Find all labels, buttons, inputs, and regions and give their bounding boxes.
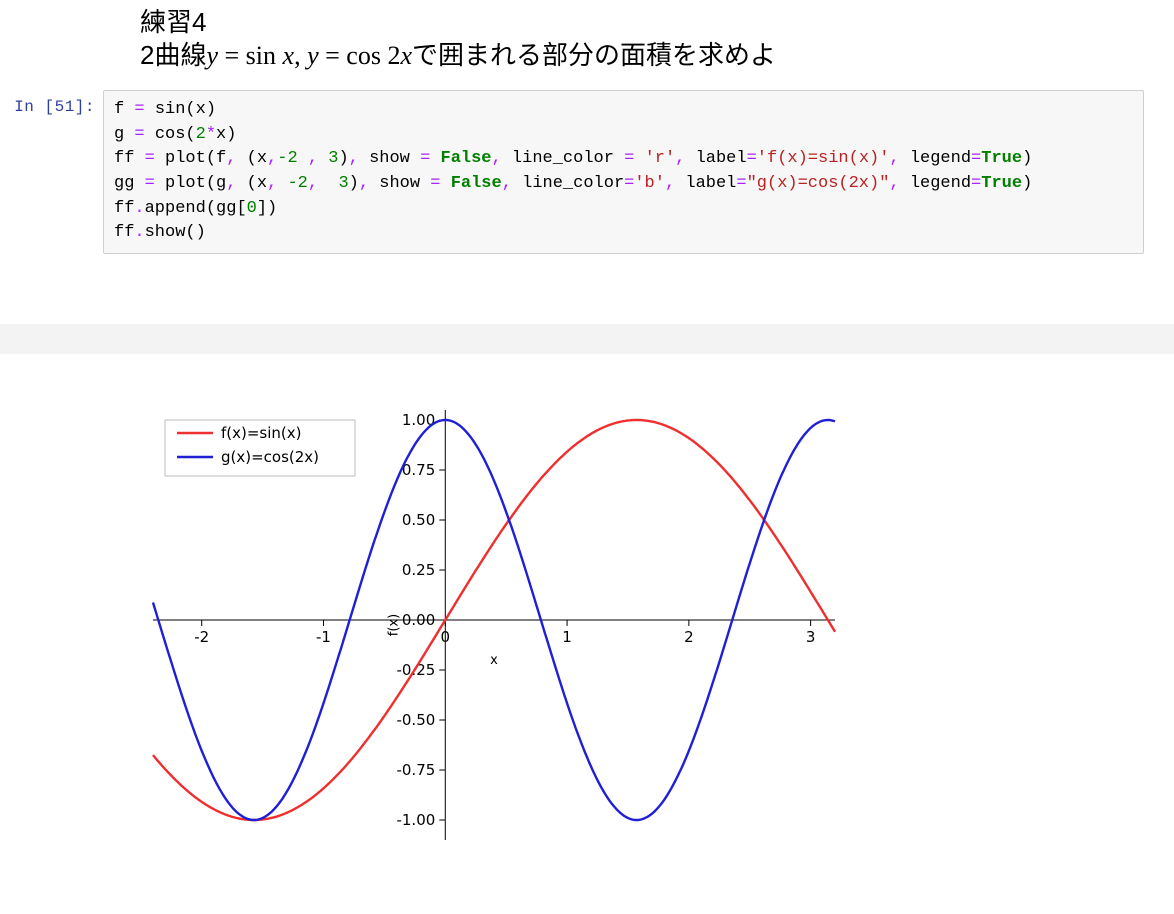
y-tick-label: -0.75	[396, 761, 435, 779]
code-cell-row: In [51]: f = sin(x) g = cos(2*x) ff = pl…	[10, 90, 1144, 254]
eq1-lhs: y	[206, 41, 218, 70]
x-tick-label: 1	[562, 628, 572, 646]
y-tick-label: 0.75	[402, 461, 435, 479]
eq2-rhs: x	[400, 41, 412, 70]
y-tick-label: -1.00	[396, 811, 435, 829]
eq2-op: = cos 2	[319, 41, 401, 70]
x-tick-label: -1	[316, 628, 331, 646]
chart-output: -2-10123-1.00-0.75-0.50-0.250.000.250.50…	[95, 390, 1174, 865]
y-tick-label: -0.50	[396, 711, 435, 729]
eq1-op: = sin	[218, 41, 283, 70]
eq1-rhs: x	[283, 41, 295, 70]
x-tick-label: 0	[441, 628, 451, 646]
y-tick-label: 0.00	[402, 611, 435, 629]
x-axis-label: x	[490, 653, 498, 668]
y-axis-label: f(x)	[386, 614, 401, 636]
legend-label: f(x)=sin(x)	[221, 424, 302, 442]
problem-body: 2曲線y = sin x, y = cos 2xで囲まれる部分の面積を求めよ	[140, 39, 1140, 73]
section-divider	[0, 324, 1174, 354]
y-tick-label: 0.50	[402, 511, 435, 529]
legend-label: g(x)=cos(2x)	[221, 448, 319, 466]
problem-cell: 練習4 2曲線y = sin x, y = cos 2xで囲まれる部分の面積を求…	[140, 6, 1140, 72]
code-input[interactable]: f = sin(x) g = cos(2*x) ff = plot(f, (x,…	[103, 90, 1144, 254]
eq-sep: ,	[294, 41, 307, 70]
problem-title: 練習4	[140, 6, 1140, 39]
plot-figure: -2-10123-1.00-0.75-0.50-0.250.000.250.50…	[95, 390, 855, 860]
eq2-lhs: y	[307, 41, 319, 70]
x-tick-label: 2	[684, 628, 694, 646]
x-tick-label: 3	[806, 628, 816, 646]
problem-suffix: で囲まれる部分の面積を求めよ	[412, 40, 776, 70]
x-tick-label: -2	[194, 628, 209, 646]
problem-prefix: 2曲線	[140, 40, 206, 70]
input-prompt: In [51]:	[10, 90, 103, 116]
y-tick-label: 0.25	[402, 561, 435, 579]
